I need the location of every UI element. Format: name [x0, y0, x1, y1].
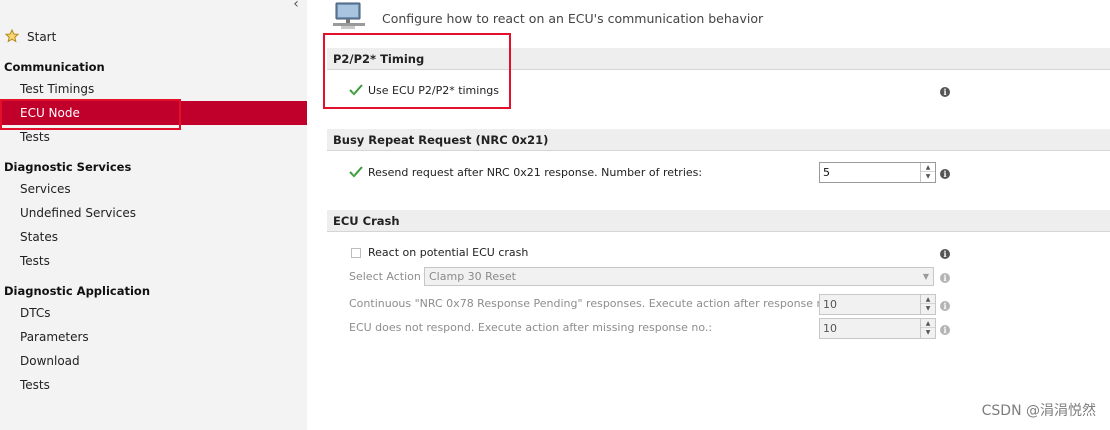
- select-action-dropdown[interactable]: Clamp 30 Reset ▼: [424, 267, 934, 286]
- sidebar-item-label: Test Timings: [20, 82, 95, 96]
- sidebar-item-tests[interactable]: Tests: [0, 125, 307, 149]
- collapse-sidebar-icon[interactable]: ‹: [289, 0, 303, 12]
- arrow-up-icon[interactable]: ▲: [921, 319, 935, 328]
- sidebar-item-label: Tests: [20, 130, 50, 144]
- sidebar-item-label: ECU Node: [20, 106, 80, 120]
- sidebar-item-tests[interactable]: Tests: [0, 249, 307, 273]
- chevron-down-icon[interactable]: ▼: [923, 272, 929, 281]
- checkbox-checked-icon[interactable]: [349, 84, 363, 96]
- info-icon[interactable]: i: [940, 325, 950, 335]
- section-header-ecu-crash: ECU Crash: [327, 210, 1110, 232]
- main-panel: Configure how to react on an ECU's commu…: [307, 0, 1110, 430]
- sidebar-item-label: Download: [20, 354, 80, 368]
- sidebar-item-start[interactable]: Start: [0, 25, 307, 49]
- sidebar-item-states[interactable]: States: [0, 225, 307, 249]
- sidebar-item-label: Undefined Services: [20, 206, 136, 220]
- sidebar-item-label: DTCs: [20, 306, 51, 320]
- resend-request-label[interactable]: Resend request after NRC 0x21 response. …: [368, 166, 702, 179]
- watermark: CSDN @涓涓悦然: [981, 403, 1096, 419]
- sidebar-group-diagnostic-application: Diagnostic Application: [4, 284, 151, 298]
- sidebar-item-parameters[interactable]: Parameters: [0, 325, 307, 349]
- sidebar-item-services[interactable]: Services: [0, 177, 307, 201]
- sidebar-item-dtcs[interactable]: DTCs: [0, 301, 307, 325]
- section-header-busy-repeat: Busy Repeat Request (NRC 0x21): [327, 129, 1110, 151]
- react-ecu-crash-checkbox[interactable]: [351, 248, 361, 258]
- info-icon[interactable]: i: [940, 87, 950, 97]
- arrow-down-icon[interactable]: ▼: [921, 304, 935, 313]
- continuous-nrc-label: Continuous "NRC 0x78 Response Pending" r…: [349, 297, 838, 310]
- sidebar-item-label: Services: [20, 182, 71, 196]
- retries-stepper[interactable]: 5 ▲ ▼: [819, 162, 936, 183]
- info-icon[interactable]: i: [940, 249, 950, 259]
- no-respond-label: ECU does not respond. Execute action aft…: [349, 321, 713, 334]
- star-icon: [5, 29, 19, 43]
- select-action-label: Select Action: [349, 270, 421, 283]
- stepper-value[interactable]: 10: [823, 322, 837, 335]
- react-ecu-crash-label[interactable]: React on potential ECU crash: [368, 246, 528, 259]
- arrow-up-icon[interactable]: ▲: [921, 295, 935, 304]
- info-icon[interactable]: i: [940, 301, 950, 311]
- page-description: Configure how to react on an ECU's commu…: [382, 11, 764, 26]
- info-icon[interactable]: i: [940, 169, 950, 179]
- sidebar-item-ecu-node[interactable]: ECU Node: [0, 101, 307, 125]
- sidebar-group-diagnostic-services: Diagnostic Services: [4, 160, 132, 174]
- network-computer-icon: [333, 2, 365, 29]
- stepper-value[interactable]: 5: [823, 166, 830, 179]
- checkbox-checked-icon[interactable]: [349, 166, 363, 178]
- arrow-down-icon[interactable]: ▼: [921, 328, 935, 337]
- sidebar-item-download[interactable]: Download: [0, 349, 307, 373]
- section-title: ECU Crash: [333, 214, 400, 228]
- sidebar-item-test-timings[interactable]: Test Timings: [0, 77, 307, 101]
- missing-response-stepper[interactable]: 10 ▲ ▼: [819, 318, 936, 339]
- stepper-arrows: ▲ ▼: [920, 163, 935, 182]
- arrow-up-icon[interactable]: ▲: [921, 163, 935, 172]
- sidebar-group-communication: Communication: [4, 60, 105, 74]
- stepper-arrows: ▲ ▼: [920, 319, 935, 338]
- sidebar-item-undefined-services[interactable]: Undefined Services: [0, 201, 307, 225]
- use-ecu-timings-label[interactable]: Use ECU P2/P2* timings: [368, 84, 499, 97]
- section-header-timing: P2/P2* Timing: [327, 48, 1110, 70]
- sidebar-item-label: States: [20, 230, 59, 244]
- sidebar-item-label: Parameters: [20, 330, 89, 344]
- sidebar-item-label: Tests: [20, 254, 50, 268]
- dropdown-value: Clamp 30 Reset: [429, 270, 516, 283]
- continuous-response-stepper[interactable]: 10 ▲ ▼: [819, 294, 936, 315]
- sidebar: ‹ Start Communication Test Timings ECU N…: [0, 0, 307, 430]
- sidebar-item-tests[interactable]: Tests: [0, 373, 307, 397]
- sidebar-item-label: Start: [27, 30, 57, 44]
- sidebar-item-label: Tests: [20, 378, 50, 392]
- info-icon[interactable]: i: [940, 273, 950, 283]
- arrow-down-icon[interactable]: ▼: [921, 172, 935, 181]
- section-title: P2/P2* Timing: [333, 52, 425, 66]
- section-title: Busy Repeat Request (NRC 0x21): [333, 133, 549, 147]
- stepper-arrows: ▲ ▼: [920, 295, 935, 314]
- stepper-value[interactable]: 10: [823, 298, 837, 311]
